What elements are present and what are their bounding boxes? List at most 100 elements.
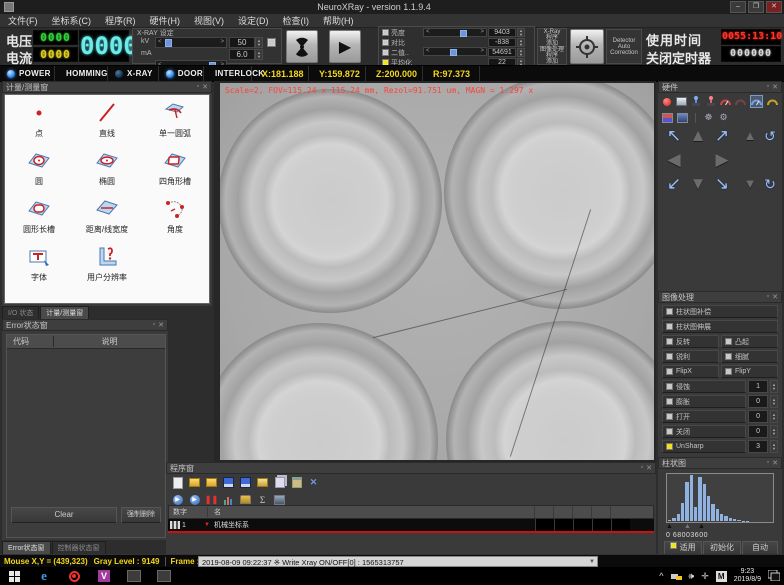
chart-icon[interactable] [223, 494, 234, 505]
tool-point[interactable]: 点 [5, 101, 73, 149]
contrast-value[interactable]: -838 [488, 38, 516, 47]
clear-button[interactable]: Clear [11, 507, 117, 523]
pin-icon[interactable]: ▫ [153, 321, 155, 329]
smooth-toggle[interactable]: 细腻 [721, 350, 778, 363]
tab-measure-window[interactable]: 计量/测量窗 [40, 306, 89, 319]
record-app-icon[interactable] [66, 569, 82, 583]
histogram-min-handle[interactable]: ▲ [666, 523, 673, 530]
close-icon[interactable]: ✕ [772, 459, 778, 467]
tool-user-resolution[interactable]: 用户分辨率 [73, 245, 141, 293]
tool-round-slot[interactable]: 圆形长槽 [5, 197, 73, 245]
monitor-red-icon[interactable] [662, 112, 673, 123]
rotate-cw-button[interactable]: ↻ [764, 175, 776, 193]
erode-spinner[interactable]: ▲▼ [770, 380, 778, 393]
ma-value[interactable]: 6.0 [229, 49, 255, 60]
open-toggle[interactable]: 打开 [662, 410, 746, 423]
close-spinner[interactable]: ▲▼ [770, 425, 778, 438]
xray-program-add-button[interactable]: X-Ray 程序 添加 [537, 28, 567, 47]
pin-icon[interactable]: ▫ [641, 464, 643, 472]
open-spinner[interactable]: ▲▼ [770, 410, 778, 423]
tab-io-status[interactable]: I/O 状态 [2, 306, 39, 319]
contrast-slider[interactable]: <> [423, 47, 487, 56]
import-icon[interactable] [257, 477, 268, 488]
initialize-button[interactable]: 初始化 [703, 541, 741, 555]
tool-text[interactable]: 字体 [5, 245, 73, 293]
kv-slider-right-arrow[interactable]: > [218, 39, 226, 46]
rotate-ccw-button[interactable]: ↺ [764, 127, 776, 145]
run-icon[interactable]: ▶ [172, 494, 183, 505]
pause-icon[interactable]: ❚❚ [206, 494, 217, 505]
ma-spinner[interactable]: ▲▼ [255, 49, 263, 60]
jog-right-button[interactable]: ▶ [715, 151, 728, 169]
dilate-spinner[interactable]: ▲▼ [770, 395, 778, 408]
close-value[interactable]: 0 [748, 425, 768, 438]
ime-icon[interactable]: M [716, 571, 727, 582]
histogram-stretch-toggle[interactable]: 柱状图伸展 [662, 320, 778, 333]
kv-checkbox[interactable] [267, 38, 276, 47]
z-down-button[interactable]: ▼ [744, 175, 757, 193]
apply-checkbox[interactable] [670, 542, 677, 549]
auto-button[interactable]: 自动 [742, 541, 778, 555]
detector-auto-correction-button[interactable]: Detector Auto Correction [606, 29, 642, 64]
v-app-icon[interactable]: V [96, 569, 112, 583]
start-button[interactable] [6, 569, 22, 583]
center-target-button[interactable] [570, 29, 604, 64]
improc-program-add-button[interactable]: 图像处理 程序 添加 [537, 46, 567, 65]
monitor-blue-icon[interactable] [677, 112, 688, 123]
copy-icon[interactable] [274, 477, 285, 488]
gauge-yellow-icon[interactable] [767, 96, 778, 107]
unsharp-spinner[interactable]: ▲▼ [770, 440, 778, 453]
pin-icon[interactable]: ▫ [767, 459, 769, 467]
close-toggle[interactable]: 关闭 [662, 425, 746, 438]
kv-slider[interactable]: < > [155, 37, 227, 48]
tool-distance[interactable]: 距离/线宽度 [73, 197, 141, 245]
dilate-value[interactable]: 0 [748, 395, 768, 408]
flipx-toggle[interactable]: FlipX [662, 365, 719, 378]
run-step-icon[interactable]: ▶ [189, 494, 200, 505]
sigma-icon[interactable]: Σ [257, 494, 268, 505]
network-icon[interactable] [671, 571, 682, 582]
brightness-slider[interactable]: <> [423, 28, 487, 37]
contrast-spinner[interactable]: ▲▼ [517, 38, 525, 47]
gauge-dim-icon[interactable] [735, 96, 746, 107]
snapshot-icon[interactable] [676, 96, 687, 107]
unsharp-value[interactable]: 3 [748, 440, 768, 453]
tool-circle[interactable]: 圆 [5, 149, 73, 197]
jog-left-button[interactable]: ◀ [667, 151, 680, 169]
xray-image[interactable]: Scale=2, FOV=115.24 x 115.24 mm, Rezol=9… [220, 83, 654, 460]
dilate-toggle[interactable]: 膨胀 [662, 395, 746, 408]
menu-coordsys[interactable]: 坐标系(C) [52, 14, 92, 27]
jog-up-button[interactable]: ▲ [690, 127, 707, 145]
brightness-value[interactable]: 9403 [488, 28, 516, 37]
apply-button[interactable]: 适用 [664, 541, 702, 555]
open-folder-icon[interactable] [189, 477, 200, 488]
menu-file[interactable]: 文件(F) [8, 14, 38, 27]
histogram-mid-handle[interactable]: ▲ [684, 523, 691, 530]
menu-program[interactable]: 程序(R) [105, 14, 136, 27]
volume-icon[interactable]: 🕪 [689, 571, 695, 582]
tray-expand-icon[interactable]: ^ [659, 571, 663, 581]
close-button[interactable]: ✕ [766, 1, 782, 13]
flipy-toggle[interactable]: FlipY [721, 365, 778, 378]
monitor-icon[interactable] [274, 494, 285, 505]
wheel-icon[interactable]: ☸ [703, 112, 714, 123]
close-icon[interactable]: ✕ [158, 321, 164, 329]
kv-spinner[interactable]: ▲▼ [255, 37, 263, 48]
xray-on-button[interactable] [286, 30, 318, 63]
tool-angle[interactable]: 角度 [141, 197, 209, 245]
brightness-spinner[interactable]: ▲▼ [517, 28, 525, 37]
kv-value[interactable]: 50 [229, 37, 255, 48]
menu-inspect[interactable]: 检查(I) [283, 14, 310, 27]
erode-toggle[interactable]: 侵蚀 [662, 380, 746, 393]
pin-icon[interactable]: ▫ [197, 83, 199, 91]
program-row[interactable]: 1 ▼ 机械坐标系 [168, 519, 654, 533]
input-indicator-icon[interactable]: ✛ [701, 571, 709, 582]
histogram-max-handle[interactable]: ▲ [698, 523, 705, 530]
save-icon[interactable] [223, 477, 234, 488]
gear-icon[interactable]: ⚙ [718, 112, 729, 123]
new-file-icon[interactable] [172, 477, 183, 488]
gauge-blue-icon[interactable] [750, 95, 763, 108]
save-all-icon[interactable] [240, 477, 251, 488]
gauge-red-icon[interactable] [720, 96, 731, 107]
unsharp-toggle[interactable]: UnSharp [662, 440, 746, 453]
